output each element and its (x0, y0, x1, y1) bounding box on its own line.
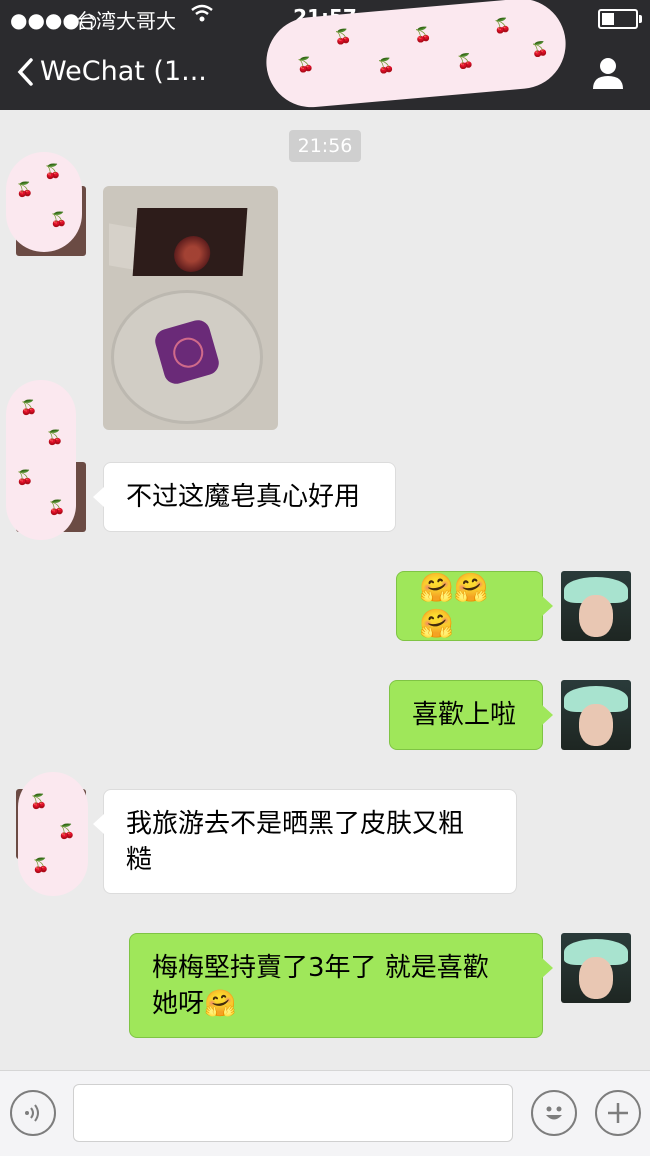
user-avatar[interactable] (561, 571, 631, 641)
emoji-button[interactable] (531, 1090, 577, 1136)
voice-button[interactable] (10, 1090, 56, 1136)
message-timestamp: 21:56 (289, 130, 361, 162)
voice-icon (25, 1104, 39, 1122)
battery-icon (598, 9, 642, 29)
incoming-message[interactable]: 不过这魔皂真心好用 (93, 462, 396, 532)
image-message[interactable] (103, 186, 278, 430)
contact-profile-icon[interactable] (590, 56, 626, 94)
privacy-mask: 🍒 🍒 🍒 (18, 772, 88, 896)
outgoing-message[interactable]: 喜歡上啦 (389, 680, 553, 750)
user-avatar[interactable] (561, 933, 631, 1003)
privacy-mask: 🍒 🍒 🍒 🍒 (6, 380, 76, 540)
incoming-message[interactable]: 我旅游去不是晒黑了皮肤又粗糙 (93, 789, 517, 894)
plus-icon (608, 1103, 628, 1123)
privacy-mask: 🍒 🍒 🍒 (6, 152, 82, 252)
outgoing-message[interactable]: 梅梅堅持賣了3年了 就是喜歡她呀🤗 (129, 933, 553, 1038)
more-button[interactable] (595, 1090, 641, 1136)
input-bar (0, 1070, 650, 1156)
top-bar: ●●●●○ 台湾大哥大 21:57 WeChat (1... 客戶 🍒🍒 🍒🍒 … (0, 0, 650, 111)
user-avatar[interactable] (561, 680, 631, 750)
emoji-icon (546, 1106, 562, 1120)
outgoing-message[interactable]: 🤗🤗🤗 (396, 571, 553, 641)
message-input[interactable] (73, 1084, 513, 1142)
